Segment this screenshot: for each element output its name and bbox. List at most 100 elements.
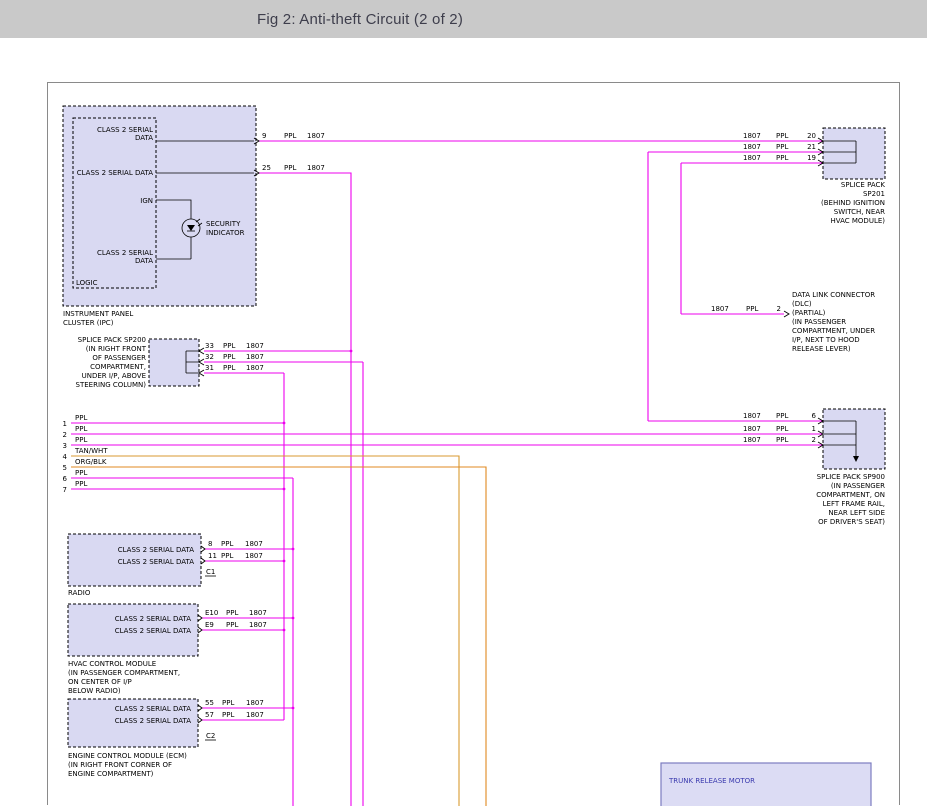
sp200-pin-number: 31 [205,364,214,372]
pin-number: 5 [63,464,67,472]
wire-color-label: TAN/WHT [74,447,108,455]
wiring-diagram: CLASS 2 SERIAL DATA CLASS 2 SERIAL DATA … [48,83,901,806]
sp200-pin-number: 33 [205,342,214,350]
junction-dot [292,617,295,620]
dlc-name: I/P, NEXT TO HOOD [792,336,860,344]
junction-dot [283,488,286,491]
sp201-pin-number: 20 [807,132,816,140]
data-link-connector: 1807 PPL 2 DATA LINK CONNECTOR (DLC) (PA… [711,291,875,353]
wire-circuit-label: 1807 [743,143,761,151]
sp900-entry-arrows-icon [818,418,823,448]
ecm-connector-label: C2 [206,732,215,740]
wire-circuit-label: 1807 [743,425,761,433]
sp900-name: (IN PASSENGER [831,482,885,490]
pin-number: 4 [63,453,68,461]
sp200-name: COMPARTMENT, [90,363,146,371]
sp201-pin-number: 21 [807,143,816,151]
ecm-name: ENGINE CONTROL MODULE (ECM) [68,752,187,760]
diagram-frame: CLASS 2 SERIAL DATA CLASS 2 SERIAL DATA … [47,82,900,805]
junction-dot [292,548,295,551]
sp201-name: HVAC MODULE) [831,217,886,225]
hvac-name: HVAC CONTROL MODULE [68,660,156,668]
ipc-class2-label: CLASS 2 SERIAL DATA [77,169,153,177]
sp900-name: LEFT FRAME RAIL, [823,500,885,508]
wire-color-label: PPL [226,621,238,629]
hvac-pin-number: E9 [205,621,214,629]
junction-dot [292,707,295,710]
wire-color-label: PPL [222,711,234,719]
sp900-name: OF DRIVER'S SEAT) [818,518,885,526]
radio-connector-label: C1 [206,568,215,576]
radio-class2-label: CLASS 2 SERIAL DATA [118,558,194,566]
trunk-release-motor-label: TRUNK RELEASE MOTOR [668,777,755,785]
wire-color-label: PPL [776,154,788,162]
ipc-logic-label: LOGIC [76,279,98,287]
wire-color-label: PPL [75,480,87,488]
pin-number: 1 [63,420,67,428]
wire-color-label: PPL [223,353,235,361]
wire-color-label: PPL [223,364,235,372]
security-indicator-label: SECURITY [206,220,241,228]
wire-circuit-label: 1807 [249,621,267,629]
pin-number: 6 [63,475,68,483]
dlc-name: DATA LINK CONNECTOR [792,291,875,299]
sp201-name: (BEHIND IGNITION [821,199,885,207]
sp900-pin-number: 2 [812,436,816,444]
wire-circuit-label: 1807 [307,164,325,172]
wire-circuit-label: 1807 [246,353,264,361]
dlc-name: COMPARTMENT, UNDER [792,327,875,335]
wire-color-label: PPL [284,164,296,172]
wire-color-label: PPL [222,699,234,707]
hvac-class2-label: CLASS 2 SERIAL DATA [115,627,191,635]
wire-color-label: PPL [75,469,87,477]
junction-dot [283,560,286,563]
wire-circuit-label: 1807 [711,305,729,313]
sp900-name: COMPARTMENT, ON [816,491,885,499]
sp201-name: SPLICE PACK [841,181,885,189]
hvac-name: ON CENTER OF I/P [68,678,132,686]
ipc-pin9-number: 9 [262,132,266,140]
hvac-pin-arrows-icon [198,615,202,633]
sp201-pin-number: 19 [807,154,816,162]
dlc-pin-number: 2 [777,305,781,313]
dlc-name: (IN PASSENGER [792,318,846,326]
sp900-pin-number: 1 [812,425,816,433]
ipc-class2-label: CLASS 2 SERIAL [97,249,153,257]
ecm-name: (IN RIGHT FRONT CORNER OF [68,761,172,769]
wire-color-label: PPL [284,132,296,140]
sp900-name: NEAR LEFT SIDE [828,509,885,517]
wire-circuit-label: 1807 [743,436,761,444]
hvac-name: BELOW RADIO) [68,687,121,695]
wire-color-label: PPL [75,425,87,433]
ipc-name: CLUSTER (IPC) [63,319,114,327]
sp900-box [823,409,885,469]
dlc-arrow-icon [784,311,789,317]
sp201-name: SP201 [863,190,885,198]
junction-dot [350,350,353,353]
ipc-class2-label: DATA [135,134,153,142]
class2-data-bus-wires [259,141,823,806]
ipc-name: INSTRUMENT PANEL [63,310,133,318]
wire-circuit-label: 1807 [246,364,264,372]
ecm-name: ENGINE COMPARTMENT) [68,770,154,778]
sp200-name: SPLICE PACK SP200 [78,336,146,344]
security-indicator-label: INDICATOR [206,229,245,237]
figure-title-bar: Fig 2: Anti-theft Circuit (2 of 2) [0,0,927,38]
sp200-name: (IN RIGHT FRONT [86,345,147,353]
wire-color-label: PPL [776,436,788,444]
wire-color-label: PPL [223,342,235,350]
wire-circuit-label: 1807 [246,711,264,719]
wire-color-label: PPL [776,425,788,433]
ecm-class2-label: CLASS 2 SERIAL DATA [115,717,191,725]
wire-circuit-label: 1807 [743,154,761,162]
wire-color-label: ORG/BLK [75,458,107,466]
sp200-name: UNDER I/P, ABOVE [82,372,146,380]
wire-color-label: PPL [75,436,87,444]
sp200-pin-number: 32 [205,353,214,361]
trunk-release-motor: TRUNK RELEASE MOTOR [668,777,755,785]
pin-number: 3 [63,442,67,450]
wire-circuit-label: 1807 [245,552,263,560]
splice-pack-sp200: 33 PPL 1807 32 PPL 1807 31 PPL 1807 SPLI… [76,336,363,389]
figure-title: Fig 2: Anti-theft Circuit (2 of 2) [257,11,463,28]
wire-color-label: PPL [221,552,233,560]
